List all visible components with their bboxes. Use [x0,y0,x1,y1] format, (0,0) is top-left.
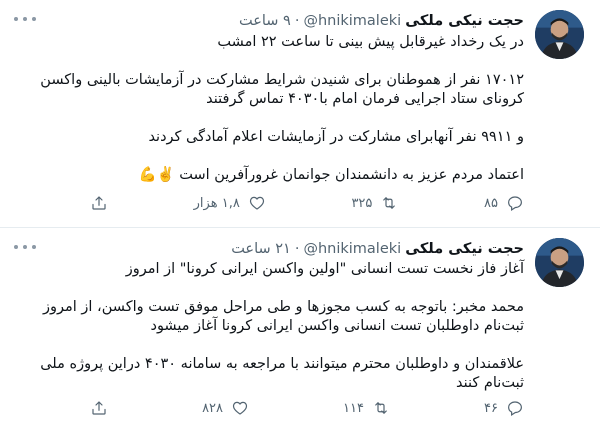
tweet-header: حجت نیکی ملکی @hnikimaleki · ۹ ساعت [239,11,524,31]
retweet-count: ۱۱۴ [343,400,364,416]
reply-button[interactable]: ۸۵ [484,194,524,212]
reply-count: ۴۶ [484,400,498,416]
tweet-line: کرونای ستاد اجرایی فرمان امام با۴۰۳۰ تما… [206,91,524,107]
display-name[interactable]: حجت نیکی ملکی [405,241,524,257]
heart-icon [231,399,249,417]
display-name[interactable]: حجت نیکی ملکی [405,13,524,29]
heart-icon [248,194,266,212]
tweet-actions: ۸۵ ۳۲۵ ۱,۸ هزار [90,194,524,212]
more-icon[interactable] [14,240,36,254]
tweet-line: ۱۷۰۱۲ نفر از هموطنان برای شنیدن شرایط مش… [40,72,524,88]
tweet-line: و ۹۹۱۱ نفر آنهابرای مشارکت در آزمایشات ا… [148,129,524,145]
user-handle[interactable]: @hnikimaleki [303,241,401,257]
tweet[interactable]: حجت نیکی ملکی @hnikimaleki · ۲۱ ساعت آغا… [0,228,600,427]
reply-icon [506,399,524,417]
separator-dot: · [294,13,300,29]
retweet-icon [380,194,398,212]
retweet-button[interactable]: ۱۱۴ [343,399,390,417]
tweet[interactable]: حجت نیکی ملکی @hnikimaleki · ۹ ساعت در ی… [0,0,600,227]
tweet-line: محمد مخبر: باتوجه به کسب مجوزها و طی مرا… [43,299,524,315]
share-icon [90,399,108,417]
avatar[interactable] [535,238,584,287]
tweet-line: ثبت‌نام داوطلبان تست انسانی واکسن ایرانی… [150,318,524,334]
separator-dot: · [294,241,300,257]
like-button[interactable]: ۸۲۸ [202,399,249,417]
reply-icon [506,194,524,212]
tweet-line: ثبت‌نام کنند [456,375,524,391]
retweet-button[interactable]: ۳۲۵ [351,194,398,212]
reply-button[interactable]: ۴۶ [484,399,524,417]
share-button[interactable] [90,194,108,212]
like-count: ۸۲۸ [202,400,224,416]
retweet-icon [372,399,390,417]
tweet-actions: ۴۶ ۱۱۴ ۸۲۸ [90,399,524,417]
avatar[interactable] [535,10,584,59]
tweet-line: علاقمندان و داوطلبان محترم میتوانند با م… [40,356,524,372]
share-icon [90,194,108,212]
tweet-text: در یک رخداد غیرقابل پیش بینی تا ساعت ۲۲ … [40,33,524,185]
share-button[interactable] [90,399,108,417]
tweet-header: حجت نیکی ملکی @hnikimaleki · ۲۱ ساعت [231,239,524,259]
tweet-line: آغاز فاز نخست تست انسانی "اولین واکسن ای… [125,261,524,277]
more-icon[interactable] [14,12,36,26]
user-handle[interactable]: @hnikimaleki [303,13,401,29]
timestamp[interactable]: ۹ ساعت [239,13,291,29]
tweet-line: در یک رخداد غیرقابل پیش بینی تا ساعت ۲۲ … [217,34,524,50]
retweet-count: ۳۲۵ [351,195,373,211]
reply-count: ۸۵ [484,195,498,211]
tweet-text: آغاز فاز نخست تست انسانی "اولین واکسن ای… [40,260,524,393]
like-button[interactable]: ۱,۸ هزار [194,194,266,212]
like-count: ۱,۸ هزار [193,195,240,211]
timestamp[interactable]: ۲۱ ساعت [231,241,291,257]
tweet-line: اعتماد مردم عزیز به دانشمندان جوانمان غر… [138,167,524,183]
